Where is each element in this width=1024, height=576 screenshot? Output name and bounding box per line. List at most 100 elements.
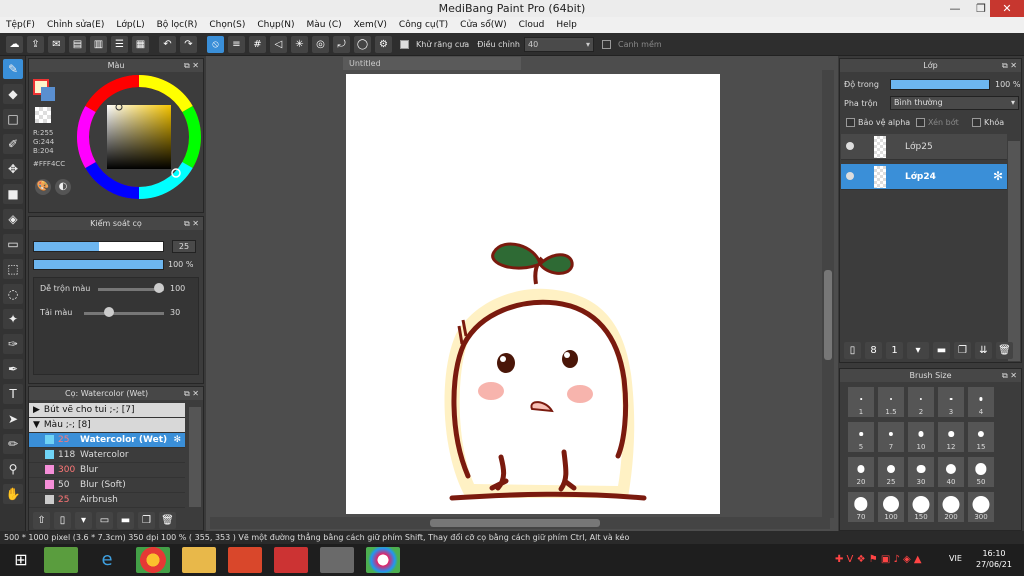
- menu-edit[interactable]: Chỉnh sửa(E): [41, 20, 110, 30]
- hand-tool-icon[interactable]: ✋: [3, 484, 23, 504]
- dot-tool-icon[interactable]: □: [3, 109, 23, 129]
- chrome-icon[interactable]: [136, 547, 170, 573]
- brush-size-option[interactable]: 12: [938, 422, 964, 452]
- brush-list-scrollbar[interactable]: [189, 407, 201, 507]
- brush-size-option[interactable]: 1.5: [878, 387, 904, 417]
- list-item[interactable]: 25 Watercolor (Wet) ✻: [29, 433, 185, 448]
- eye-icon[interactable]: [846, 142, 854, 150]
- select-eraser-tool-icon[interactable]: ✒: [3, 359, 23, 379]
- duplicate-icon[interactable]: ❐: [138, 511, 155, 529]
- list-item[interactable]: 300 Blur: [29, 463, 185, 478]
- minimize-button[interactable]: —: [942, 0, 968, 17]
- scrollbar-thumb[interactable]: [430, 519, 600, 527]
- layer-menu-icon[interactable]: ▾: [907, 341, 929, 359]
- gear-icon[interactable]: ✻: [993, 169, 1003, 183]
- brush-size-option[interactable]: 1: [848, 387, 874, 417]
- palette-icon[interactable]: 🎨: [35, 179, 51, 195]
- menu-file[interactable]: Tệp(F): [0, 20, 41, 30]
- magic-wand-tool-icon[interactable]: ✦: [3, 309, 23, 329]
- brush-group[interactable]: ▶ Bút vẽ cho tui ;-; [7]: [29, 403, 185, 418]
- page-icon[interactable]: ▥: [90, 35, 107, 53]
- brush-size-value[interactable]: 25: [172, 240, 196, 253]
- menu-select[interactable]: Chọn(S): [203, 20, 251, 30]
- comic-icon[interactable]: ▤: [69, 35, 86, 53]
- brush-size-option[interactable]: 5: [848, 422, 874, 452]
- menu-color[interactable]: Màu (C): [301, 20, 348, 30]
- brush-size-option[interactable]: 20: [848, 457, 874, 487]
- operation-tool-icon[interactable]: ➤: [3, 409, 23, 429]
- folder-icon[interactable]: ▬: [933, 341, 950, 359]
- brush-size-option[interactable]: 300: [968, 492, 994, 522]
- protect-alpha-checkbox[interactable]: [846, 118, 855, 127]
- eraser-tool-icon[interactable]: ◆: [3, 84, 23, 104]
- fill-rect-tool-icon[interactable]: ■: [3, 184, 23, 204]
- move-tool-icon[interactable]: ✥: [3, 159, 23, 179]
- grid-icon[interactable]: ▦: [132, 35, 149, 53]
- close-button[interactable]: ✕: [990, 0, 1024, 17]
- select-tool-icon[interactable]: ⬚: [3, 259, 23, 279]
- eye-icon[interactable]: [846, 172, 854, 180]
- share-icon[interactable]: ⇪: [27, 35, 44, 53]
- bluestacks-icon[interactable]: [44, 547, 78, 573]
- brush-size-option[interactable]: 4: [968, 387, 994, 417]
- brush-size-option[interactable]: 25: [878, 457, 904, 487]
- list-item[interactable]: 25 Airbrush: [29, 493, 185, 508]
- menu-window[interactable]: Cửa sổ(W): [454, 20, 512, 30]
- brush-group[interactable]: ▼ Màu ;-; [8]: [29, 418, 185, 433]
- merge-layer-icon[interactable]: ⇊: [975, 341, 992, 359]
- new-layer-8bit-icon[interactable]: 8: [865, 341, 882, 359]
- list-icon[interactable]: ☰: [111, 35, 128, 53]
- brush-size-option[interactable]: 3: [938, 387, 964, 417]
- add-brush-icon[interactable]: ⇧: [33, 511, 50, 529]
- text-tool-icon[interactable]: T: [3, 384, 23, 404]
- brush-size-option[interactable]: 150: [908, 492, 934, 522]
- layer-row[interactable]: Lớp25: [841, 134, 1007, 160]
- brush-menu-icon[interactable]: ▾: [75, 511, 92, 529]
- cross-snap-icon[interactable]: #: [249, 35, 266, 53]
- menu-help[interactable]: Help: [550, 20, 583, 30]
- lock-option[interactable]: Khóa: [972, 118, 1004, 127]
- horizontal-scrollbar[interactable]: [210, 517, 830, 529]
- bucket-tool-icon[interactable]: ◈: [3, 209, 23, 229]
- brush-size-option[interactable]: 15: [968, 422, 994, 452]
- parallel-snap-icon[interactable]: ≡: [228, 35, 245, 53]
- ellipse-snap-icon[interactable]: ◯: [354, 35, 371, 53]
- menu-filter[interactable]: Bộ lọc(R): [151, 20, 204, 30]
- background-color-swatch[interactable]: [41, 87, 55, 101]
- redo-icon[interactable]: ↷: [180, 35, 197, 53]
- duplicate-layer-icon[interactable]: ❐: [954, 341, 971, 359]
- gradient-tool-icon[interactable]: ▭: [3, 234, 23, 254]
- internet-explorer-icon[interactable]: e: [90, 547, 124, 573]
- palette-add-icon[interactable]: ◐: [55, 179, 71, 195]
- blend-slider-handle[interactable]: [154, 283, 164, 293]
- snap-off-icon[interactable]: ⦸: [207, 35, 224, 53]
- brush-size-option[interactable]: 50: [968, 457, 994, 487]
- menu-cloud[interactable]: Cloud: [513, 20, 551, 30]
- close-icon[interactable]: ⧉ ✕: [184, 59, 199, 72]
- correction-select[interactable]: 40 ▾: [523, 36, 594, 52]
- curve-snap-icon[interactable]: ⤾: [333, 35, 350, 53]
- layer-blend-select[interactable]: Bình thường ▾: [890, 96, 1019, 110]
- close-icon[interactable]: ⧉ ✕: [1002, 59, 1017, 72]
- close-icon[interactable]: ⧉ ✕: [184, 217, 199, 230]
- protect-alpha-option[interactable]: Bảo vệ alpha: [846, 118, 910, 127]
- color-wheel[interactable]: [77, 75, 201, 199]
- close-icon[interactable]: ⧉ ✕: [184, 387, 199, 400]
- scrollbar-thumb[interactable]: [824, 270, 832, 360]
- blur-tool-icon[interactable]: ✐: [3, 134, 23, 154]
- gear-icon[interactable]: ✻: [173, 433, 181, 448]
- brush-size-option[interactable]: 10: [908, 422, 934, 452]
- group-icon[interactable]: ▭: [96, 511, 113, 529]
- brush-size-option[interactable]: 40: [938, 457, 964, 487]
- vanish-snap-icon[interactable]: ◁: [270, 35, 287, 53]
- eyedropper-tool-icon[interactable]: ⚲: [3, 459, 23, 479]
- menu-snap[interactable]: Chụp(N): [251, 20, 300, 30]
- new-layer-1bit-icon[interactable]: 1: [886, 341, 903, 359]
- brush-size-option[interactable]: 2: [908, 387, 934, 417]
- tray-icons[interactable]: ✚ V ❖ ⚑ ▣ ♪ ◈ ▲: [835, 554, 922, 565]
- divide-tool-icon[interactable]: ✏: [3, 434, 23, 454]
- lasso-tool-icon[interactable]: ◌: [3, 284, 23, 304]
- lock-checkbox[interactable]: [972, 118, 981, 127]
- comment-icon[interactable]: ✉: [48, 35, 65, 53]
- trash-icon[interactable]: 🗑: [159, 511, 176, 529]
